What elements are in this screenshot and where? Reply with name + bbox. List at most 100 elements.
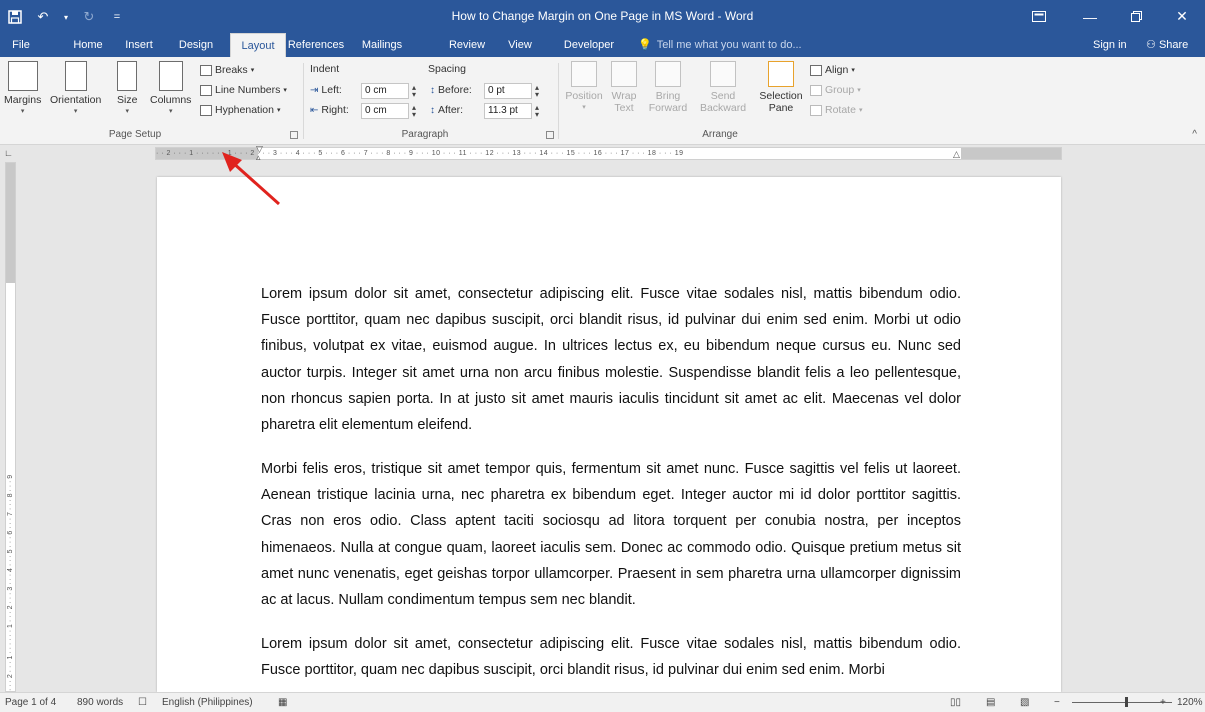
collapse-ribbon-icon[interactable]: ^ (1192, 129, 1197, 140)
zoom-slider[interactable] (1072, 702, 1172, 703)
spinner-arrows-icon[interactable]: ▴ ▾ (412, 104, 422, 119)
spacing-after-label-row: ↕ After: (430, 104, 463, 116)
spacing-after-icon: ↕ (430, 104, 435, 116)
spinner-arrows-icon[interactable]: ▴ ▾ (535, 104, 545, 119)
line-numbers-button[interactable]: Line Numbers ▾ (200, 84, 287, 96)
web-layout-icon[interactable]: ▧ (1020, 697, 1029, 708)
minimize-icon[interactable]: — (1067, 0, 1113, 33)
rotate-button[interactable]: Rotate ▾ (810, 104, 862, 116)
zoom-in-icon[interactable]: + (1160, 697, 1166, 708)
send-backward-button[interactable]: Send Backward (698, 61, 748, 114)
spacing-before-icon: ↕ (430, 84, 435, 96)
selection-pane-label-2: Pane (768, 102, 794, 114)
wrap-text-icon (611, 61, 637, 87)
page-count[interactable]: Page 1 of 4 (5, 697, 56, 708)
body-paragraph[interactable]: Lorem ipsum dolor sit amet, consectetur … (261, 281, 961, 438)
margins-button[interactable]: Margins ▾ (4, 61, 41, 115)
rotate-icon (810, 104, 822, 116)
group-label-arrange: Arrange (702, 129, 738, 140)
indent-right-label: Right: (321, 104, 349, 116)
send-backward-icon (710, 61, 736, 87)
columns-icon (158, 61, 183, 91)
left-indent-marker-icon[interactable]: ▽ ▵ (256, 145, 266, 162)
chevron-down-icon: ▾ (582, 104, 586, 111)
breaks-label: Breaks (215, 64, 248, 76)
spacing-after-input[interactable]: 11.3 pt ▴ ▾ (484, 103, 539, 119)
margins-label: Margins (4, 94, 42, 106)
proofing-icon[interactable]: ☐ (138, 697, 147, 708)
position-icon (571, 61, 597, 87)
status-bar: Page 1 of 4 890 words ☐ English (Philipp… (0, 692, 1205, 712)
selection-pane-button[interactable]: Selection Pane (757, 61, 805, 114)
spacing-before-input[interactable]: 0 pt ▴ ▾ (484, 83, 539, 99)
size-button[interactable]: Size ▾ (117, 61, 137, 115)
indent-left-value: 0 cm (365, 85, 387, 96)
horizontal-ruler[interactable]: · · 2 · · · 1 · · · · · · 1 · · · 2 · · … (155, 147, 1062, 160)
spinner-arrows-icon[interactable]: ▴ ▾ (535, 84, 545, 99)
group-button[interactable]: Group ▾ (810, 84, 861, 96)
tab-developer[interactable]: Developer (560, 33, 618, 57)
tab-view[interactable]: View (504, 33, 536, 57)
tab-file[interactable]: File (6, 33, 36, 57)
sign-in-link[interactable]: Sign in (1093, 33, 1127, 57)
chevron-down-icon: ▾ (168, 108, 173, 115)
zoom-slider-thumb[interactable] (1125, 697, 1128, 707)
orientation-button[interactable]: Orientation ▾ (50, 61, 101, 115)
indent-heading: Indent (310, 63, 340, 75)
tab-mailings[interactable]: Mailings (358, 33, 406, 57)
group-label: Group (825, 84, 855, 96)
spinner-arrows-icon[interactable]: ▴ ▾ (412, 84, 422, 99)
indent-left-input[interactable]: 0 cm ▴ ▾ (361, 83, 416, 99)
tab-insert[interactable]: Insert (122, 33, 156, 57)
zoom-level[interactable]: 120% (1177, 697, 1203, 708)
zoom-out-icon[interactable]: − (1054, 697, 1060, 708)
position-label: Position (565, 90, 603, 102)
tab-review[interactable]: Review (446, 33, 488, 57)
group-label-page-setup: Page Setup (108, 129, 162, 140)
wrap-text-button[interactable]: Wrap Text (608, 61, 640, 114)
vertical-ruler[interactable]: · · · 2 · · · 1 · · · · · · 1 · · · 2 · … (5, 162, 16, 692)
close-icon[interactable]: ✕ (1159, 0, 1205, 33)
bring-forward-button[interactable]: Bring Forward (645, 61, 691, 114)
body-paragraph[interactable]: Lorem ipsum dolor sit amet, consectetur … (261, 631, 961, 683)
position-button[interactable]: Position ▾ (564, 61, 604, 114)
paragraph-launcher-icon[interactable] (546, 131, 554, 139)
indent-right-input[interactable]: 0 cm ▴ ▾ (361, 103, 416, 119)
macro-recording-icon[interactable]: ▦ (278, 697, 287, 708)
share-button[interactable]: ⚇ Share (1146, 33, 1188, 57)
chevron-down-icon: ▾ (276, 107, 281, 114)
restore-icon[interactable] (1113, 0, 1159, 33)
bring-forward-label-1: Bring (655, 90, 681, 102)
ribbon-tabs: File Home Insert Design Layout Reference… (0, 33, 1205, 57)
language-indicator[interactable]: English (Philippines) (162, 697, 253, 708)
align-button[interactable]: Align ▾ (810, 64, 855, 76)
indent-left-label-row: ⇥ Left: (310, 84, 342, 96)
page-setup-launcher-icon[interactable] (290, 131, 298, 139)
right-indent-marker-icon[interactable]: △ (953, 149, 963, 159)
group-divider (558, 63, 559, 139)
print-layout-icon[interactable]: ▤ (986, 697, 995, 708)
body-paragraph[interactable]: Morbi felis eros, tristique sit amet tem… (261, 456, 961, 613)
spacing-before-value: 0 pt (488, 85, 505, 96)
spacing-after-label: After: (438, 104, 464, 116)
group-label-paragraph: Paragraph (401, 129, 449, 140)
tell-me-search[interactable]: 💡 Tell me what you want to do... (638, 33, 802, 57)
tab-references[interactable]: References (286, 33, 346, 57)
document-page[interactable]: Lorem ipsum dolor sit amet, consectetur … (157, 177, 1061, 692)
word-count[interactable]: 890 words (77, 697, 123, 708)
columns-button[interactable]: Columns ▾ (150, 61, 191, 115)
spacing-after-value: 11.3 pt (488, 105, 518, 116)
tab-selector-icon[interactable]: ∟ (4, 148, 16, 160)
group-divider (303, 63, 304, 139)
wrap-text-label-2: Text (614, 102, 634, 114)
ribbon-display-options-icon[interactable] (1011, 0, 1067, 33)
tab-layout[interactable]: Layout (230, 33, 286, 57)
tab-home[interactable]: Home (68, 33, 108, 57)
hyphenation-button[interactable]: Hyphenation ▾ (200, 104, 280, 116)
window-controls: — ✕ (1011, 0, 1205, 33)
margins-icon (7, 61, 38, 91)
tab-design[interactable]: Design (176, 33, 216, 57)
breaks-button[interactable]: Breaks ▾ (200, 64, 254, 76)
bring-forward-label-2: Forward (648, 102, 688, 114)
read-mode-icon[interactable]: ▯▯ (950, 697, 961, 708)
